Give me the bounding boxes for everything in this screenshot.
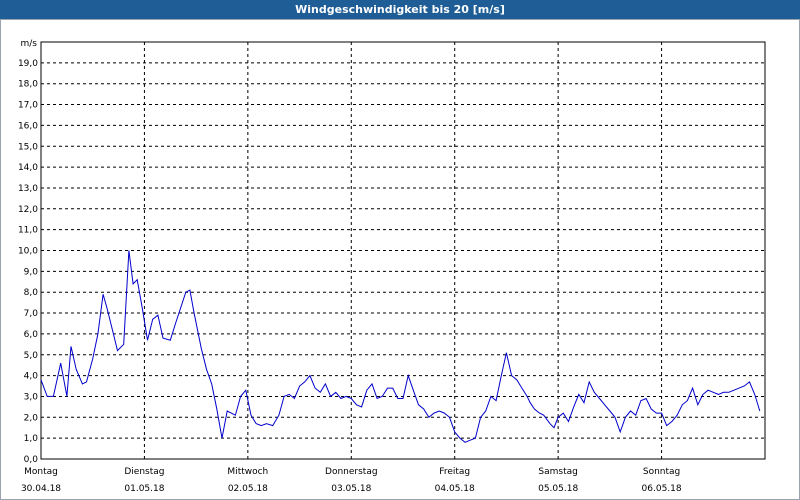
x-tick-day: Mittwoch	[227, 467, 268, 477]
y-tick-label: 6,0	[24, 330, 39, 340]
wind-speed-chart: 0,0 1,0 2,0 3,0 4,0 5,0 6,0 7,0 8,0 9,0 10,0 11,0 12…	[18, 39, 766, 494]
y-tick-label: 13,0	[18, 184, 38, 194]
y-tick-label: 18,0	[18, 80, 38, 90]
y-tick-label: 1,0	[24, 434, 39, 444]
y-tick-label: 16,0	[18, 121, 38, 131]
y-tick-label: 9,0	[24, 267, 39, 277]
x-tick-day: Sonntag	[643, 467, 680, 477]
y-tick-label: 0,0	[24, 455, 39, 465]
x-axis: Montag 30.04.18 Dienstag 01.05.18 Mittwoch 02…	[21, 467, 682, 494]
y-axis-label: m/s	[21, 39, 38, 49]
x-tick-day: Samstag	[538, 467, 577, 477]
x-tick-date: 01.05.18	[124, 484, 164, 494]
x-tick-day: Donnerstag	[325, 467, 378, 477]
y-axis: 0,0 1,0 2,0 3,0 4,0 5,0 6,0 7,0 8,0 9,0 10,0 11,0 12…	[18, 59, 38, 465]
x-tick-date: 06.05.18	[642, 484, 682, 494]
x-tick-date: 03.05.18	[331, 484, 371, 494]
chart-frame: 0,0 1,0 2,0 3,0 4,0 5,0 6,0 7,0 8,0 9,0 10,0 11,0 12…	[0, 19, 800, 500]
x-tick-date: 02.05.18	[228, 484, 268, 494]
x-tick-day: Montag	[24, 467, 58, 477]
chart-title: Windgeschwindigkeit bis 20 [m/s]	[0, 0, 800, 19]
y-tick-label: 5,0	[24, 351, 39, 361]
y-tick-label: 7,0	[24, 309, 39, 319]
x-tick-date: 04.05.18	[435, 484, 475, 494]
y-tick-label: 17,0	[18, 101, 38, 111]
x-tick-date: 30.04.18	[21, 484, 61, 494]
y-tick-label: 12,0	[18, 205, 38, 215]
y-tick-label: 15,0	[18, 142, 38, 152]
x-tick-day: Freitag	[439, 467, 470, 477]
y-tick-label: 8,0	[24, 288, 39, 298]
y-tick-label: 3,0	[24, 392, 39, 402]
y-tick-label: 4,0	[24, 372, 39, 382]
y-tick-label: 2,0	[24, 413, 39, 423]
series-line	[40, 250, 761, 443]
y-tick-label: 11,0	[18, 226, 38, 236]
y-tick-label: 10,0	[18, 247, 38, 257]
x-tick-day: Dienstag	[124, 467, 164, 477]
y-tick-label: 14,0	[18, 163, 38, 173]
x-tick-date: 05.05.18	[538, 484, 578, 494]
y-tick-label: 19,0	[18, 59, 38, 69]
